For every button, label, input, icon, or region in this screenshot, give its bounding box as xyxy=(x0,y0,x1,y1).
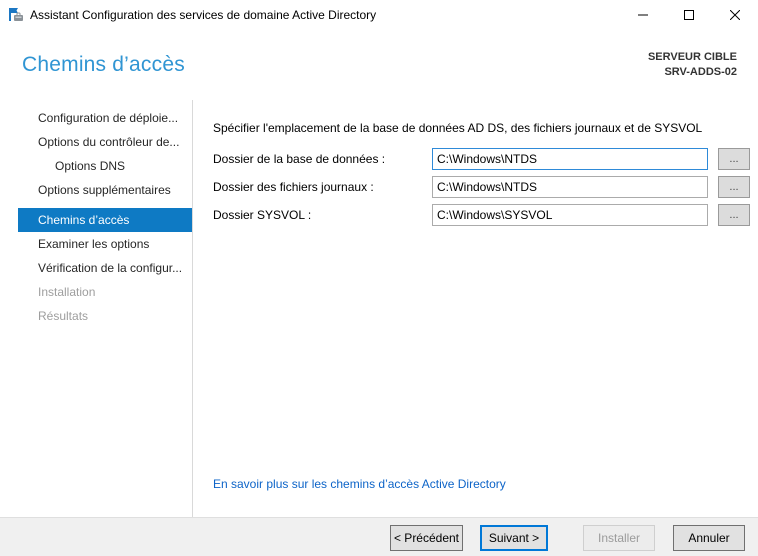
server-manager-icon xyxy=(8,7,24,23)
wizard-steps-sidebar: Configuration de déploie... Options du c… xyxy=(0,106,192,328)
sidebar-item-prerequisites-check[interactable]: Vérification de la configur... xyxy=(18,256,192,280)
learn-more-link[interactable]: En savoir plus sur les chemins d’accès A… xyxy=(213,477,506,491)
sidebar-item-paths[interactable]: Chemins d’accès xyxy=(18,208,192,232)
sysvol-folder-input[interactable] xyxy=(432,204,708,226)
target-server-label: SERVEUR CIBLE xyxy=(647,51,737,63)
install-button: Installer xyxy=(583,525,655,551)
close-button[interactable] xyxy=(712,0,758,30)
database-folder-label: Dossier de la base de données : xyxy=(213,152,386,166)
target-server-name: SRV-ADDS-02 xyxy=(664,66,737,78)
log-files-folder-input[interactable] xyxy=(432,176,708,198)
sidebar-item-domain-controller-options[interactable]: Options du contrôleur de... xyxy=(18,130,192,154)
title-bar: Assistant Configuration des services de … xyxy=(0,0,758,30)
sidebar-item-review-options[interactable]: Examiner les options xyxy=(18,232,192,256)
page-description: Spécifier l'emplacement de la base de do… xyxy=(213,121,703,135)
log-files-folder-label: Dossier des fichiers journaux : xyxy=(213,180,374,194)
minimize-button[interactable] xyxy=(620,0,666,30)
sidebar-item-deployment-configuration[interactable]: Configuration de déploie... xyxy=(18,106,192,130)
sidebar-item-installation: Installation xyxy=(38,285,96,299)
window-title: Assistant Configuration des services de … xyxy=(30,8,377,22)
page-title: Chemins d’accès xyxy=(22,53,185,76)
maximize-button[interactable] xyxy=(666,0,712,30)
maximize-icon xyxy=(684,10,694,20)
sidebar-divider xyxy=(192,100,193,517)
cancel-button[interactable]: Annuler xyxy=(673,525,745,551)
minimize-icon xyxy=(638,14,648,16)
database-folder-browse-button[interactable]: ... xyxy=(718,148,750,170)
sidebar-item-results: Résultats xyxy=(38,309,89,323)
database-folder-input[interactable] xyxy=(432,148,708,170)
target-server-block: SERVEUR CIBLE SRV-ADDS-02 xyxy=(648,50,737,80)
previous-button[interactable]: < Précédent xyxy=(390,525,463,551)
sysvol-folder-browse-button[interactable]: ... xyxy=(718,204,750,226)
sysvol-folder-label: Dossier SYSVOL : xyxy=(213,208,312,222)
close-icon xyxy=(730,10,740,20)
window-controls xyxy=(620,0,758,30)
sidebar-item-dns-options[interactable]: Options DNS xyxy=(18,154,192,178)
footer-bar: < Précédent Suivant > Installer Annuler xyxy=(0,517,758,556)
next-button[interactable]: Suivant > xyxy=(480,525,548,551)
wizard-window: Assistant Configuration des services de … xyxy=(0,0,758,556)
log-files-folder-browse-button[interactable]: ... xyxy=(718,176,750,198)
sidebar-item-additional-options[interactable]: Options supplémentaires xyxy=(18,178,192,202)
